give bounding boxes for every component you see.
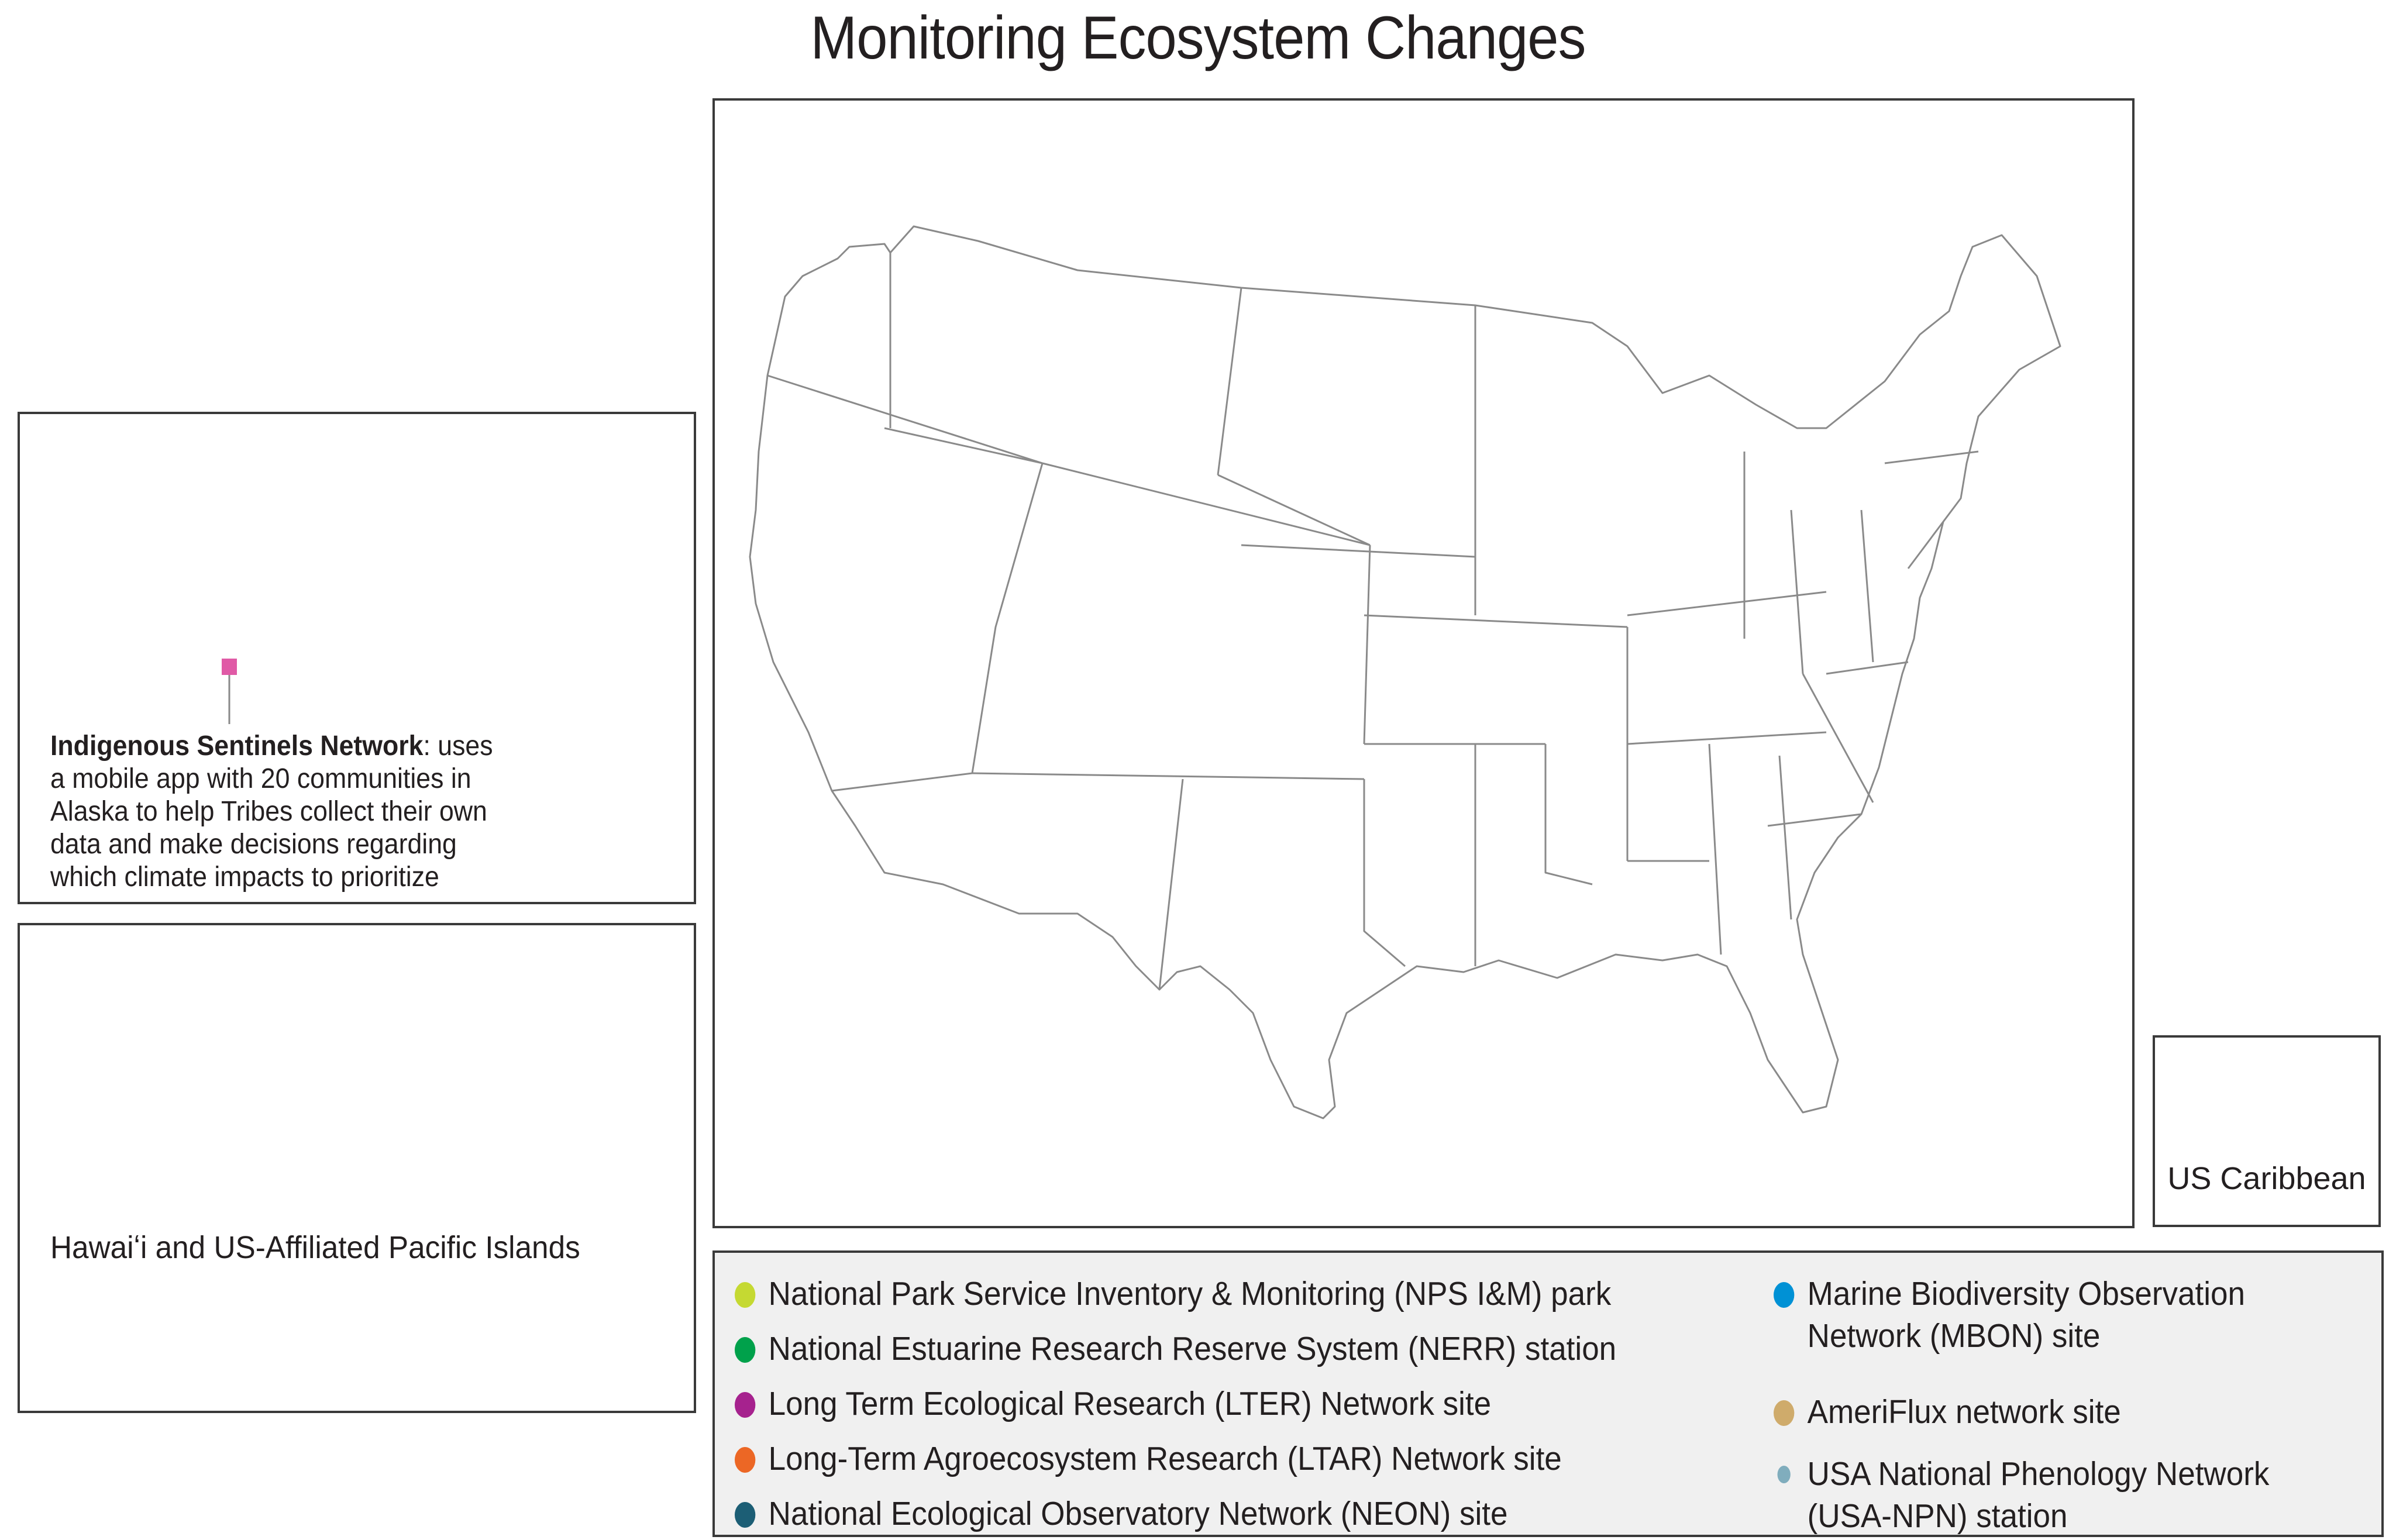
state-border bbox=[1158, 778, 1184, 990]
legend-label: National Park Service Inventory & Monito… bbox=[768, 1275, 1612, 1312]
caribbean-inset: US Caribbean bbox=[2153, 1035, 2381, 1227]
legend-item-npn: USA National Phenology Network (USA-NPN) … bbox=[1774, 1453, 2270, 1535]
map-title: Monitoring Ecosystem Changes bbox=[810, 4, 1586, 72]
conus-map-panel bbox=[712, 98, 2135, 1228]
state-border bbox=[1363, 545, 1371, 745]
state-border bbox=[1627, 591, 1827, 616]
state-border bbox=[1217, 474, 1371, 546]
conus-outline bbox=[749, 225, 2061, 1119]
ameriflux-dot-icon bbox=[1774, 1400, 1795, 1426]
ltar-dot-icon bbox=[735, 1447, 756, 1473]
alaska-inset: Indigenous Sentinels Network: uses a mob… bbox=[18, 412, 696, 904]
hawaii-pacific-inset: Hawaiʻi and US-Affiliated Pacific Island… bbox=[18, 923, 696, 1413]
neon-dot-icon bbox=[735, 1502, 756, 1528]
callout-text: : uses bbox=[423, 731, 493, 762]
state-border bbox=[831, 772, 973, 792]
legend-label: Long-Term Agroecosystem Research (LTAR) … bbox=[768, 1440, 1562, 1477]
hawaii-label: Hawaiʻi and US-Affiliated Pacific Island… bbox=[50, 1230, 580, 1265]
legend-item-mbon: Marine Biodiversity Observation Network (… bbox=[1774, 1273, 2245, 1357]
legend-label-line: USA National Phenology Network bbox=[1807, 1455, 2270, 1493]
legend-item-lter: Long Term Ecological Research (LTER) Net… bbox=[735, 1383, 1491, 1425]
caribbean-label: US Caribbean bbox=[2167, 1161, 2366, 1196]
state-border bbox=[1364, 614, 1628, 628]
state-border bbox=[1042, 462, 1371, 546]
nerr-dot-icon bbox=[735, 1337, 756, 1363]
state-border bbox=[1802, 673, 1874, 803]
legend-label: National Ecological Observatory Network … bbox=[768, 1495, 1508, 1532]
lter-dot-icon bbox=[735, 1392, 756, 1418]
state-border bbox=[971, 463, 1044, 774]
state-border bbox=[1826, 661, 1909, 675]
callout-text: which climate impacts to prioritize bbox=[50, 862, 439, 893]
legend-label: AmeriFlux network site bbox=[1807, 1393, 2121, 1431]
legend-label: National Estuarine Research Reserve Syst… bbox=[768, 1330, 1617, 1367]
legend-label: Marine Biodiversity Observation Network (… bbox=[1808, 1273, 2245, 1357]
legend-label: USA National Phenology Network (USA-NPN) … bbox=[1807, 1453, 2270, 1535]
state-border bbox=[884, 427, 1043, 464]
mbon-dot-icon bbox=[1774, 1282, 1795, 1308]
state-border bbox=[1217, 287, 1242, 476]
legend-label: Long Term Ecological Research (LTER) Net… bbox=[768, 1385, 1492, 1422]
state-border bbox=[1767, 813, 1862, 827]
legend-item-nerr: National Estuarine Research Reserve Syst… bbox=[735, 1328, 1616, 1370]
state-border bbox=[1708, 743, 1722, 955]
legend-item-ltar: Long-Term Agroecosystem Research (LTAR) … bbox=[735, 1438, 1562, 1480]
legend-item-nps: National Park Service Inventory & Monito… bbox=[735, 1273, 1611, 1315]
state-border bbox=[1627, 731, 1827, 745]
callout-title: Indigenous Sentinels Network bbox=[50, 731, 424, 762]
state-border bbox=[1790, 509, 1804, 674]
state-boundaries bbox=[749, 225, 2061, 1119]
state-border bbox=[1884, 450, 1979, 464]
caribbean-map bbox=[2155, 1038, 2378, 1225]
state-border bbox=[1363, 779, 1406, 967]
nps-dot-icon bbox=[735, 1282, 756, 1308]
hawaii-map bbox=[20, 925, 694, 1411]
legend-item-neon: National Ecological Observatory Network … bbox=[735, 1493, 1508, 1535]
legend-label-line: Network (MBON) site bbox=[1807, 1317, 2101, 1355]
map-legend: National Park Service Inventory & Monito… bbox=[712, 1250, 2384, 1537]
callout-text: Alaska to help Tribes collect their own bbox=[50, 796, 487, 827]
indigenous-sentinels-marker bbox=[222, 659, 237, 675]
state-border bbox=[1544, 744, 1593, 886]
indigenous-sentinels-callout: Indigenous Sentinels Network: uses a mob… bbox=[50, 730, 497, 894]
npn-dot-icon bbox=[1777, 1466, 1791, 1483]
legend-label-line: Marine Biodiversity Observation bbox=[1807, 1275, 2245, 1312]
callout-text: data and make decisions regarding bbox=[50, 829, 457, 860]
legend-item-ameriflux: AmeriFlux network site bbox=[1774, 1391, 2121, 1433]
state-border bbox=[1241, 544, 1476, 558]
callout-text: a mobile app with 20 communities in bbox=[50, 763, 471, 794]
state-border bbox=[972, 772, 1365, 780]
legend-label-line: (USA-NPN) station bbox=[1807, 1497, 2068, 1535]
state-border bbox=[767, 374, 1043, 464]
conus-map bbox=[749, 225, 2061, 1119]
state-border bbox=[1860, 509, 1874, 663]
state-border bbox=[1778, 755, 1792, 920]
